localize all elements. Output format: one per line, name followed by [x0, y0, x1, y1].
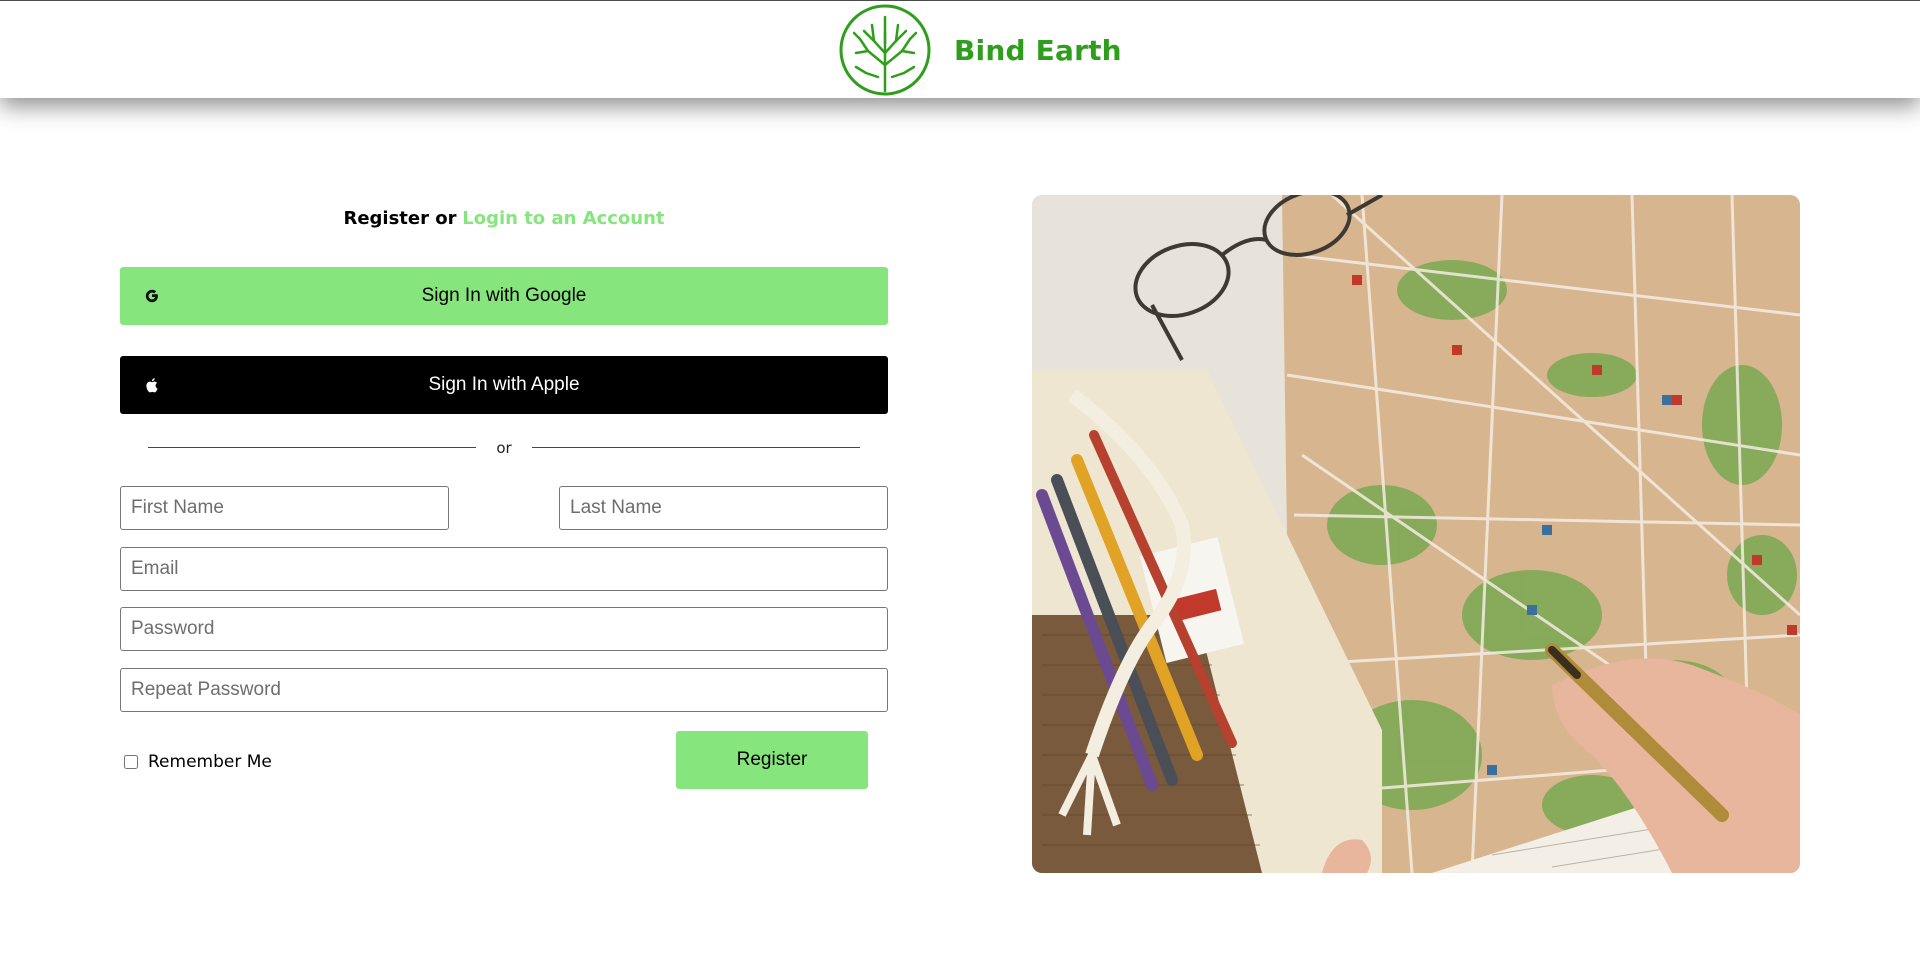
last-name-input[interactable] — [559, 486, 888, 530]
repeat-password-input[interactable] — [120, 668, 888, 712]
apple-button-label: Sign In with Apple — [428, 374, 580, 395]
or-divider: or — [148, 435, 860, 461]
remember-me-checkbox[interactable] — [124, 755, 138, 769]
register-prefix: Register or — [343, 208, 457, 229]
first-name-input[interactable] — [120, 486, 449, 530]
email-input[interactable] — [120, 547, 888, 591]
divider-line-right — [532, 447, 860, 448]
hero-image — [1032, 195, 1800, 873]
brand-name: Bind Earth — [954, 33, 1122, 67]
apple-icon — [146, 378, 158, 393]
google-button-label: Sign In with Google — [421, 285, 587, 306]
brand[interactable]: Bind Earth — [838, 3, 1122, 97]
map-illustration — [1032, 195, 1800, 873]
google-g-icon — [145, 289, 158, 303]
tree-circle-icon — [839, 4, 931, 96]
login-link[interactable]: Login to an Account — [462, 208, 664, 229]
apple-signin-button[interactable]: Sign In with Apple — [120, 356, 888, 414]
divider-or-text: or — [496, 439, 512, 457]
remember-me[interactable]: Remember Me — [122, 752, 272, 772]
auth-switch-line: Register or Login to an Account — [120, 208, 888, 229]
remember-me-label: Remember Me — [148, 752, 272, 772]
site-header: Bind Earth — [0, 0, 1920, 98]
register-button[interactable]: Register — [676, 731, 868, 789]
google-signin-button[interactable]: Sign In with Google — [120, 267, 888, 325]
password-input[interactable] — [120, 607, 888, 651]
